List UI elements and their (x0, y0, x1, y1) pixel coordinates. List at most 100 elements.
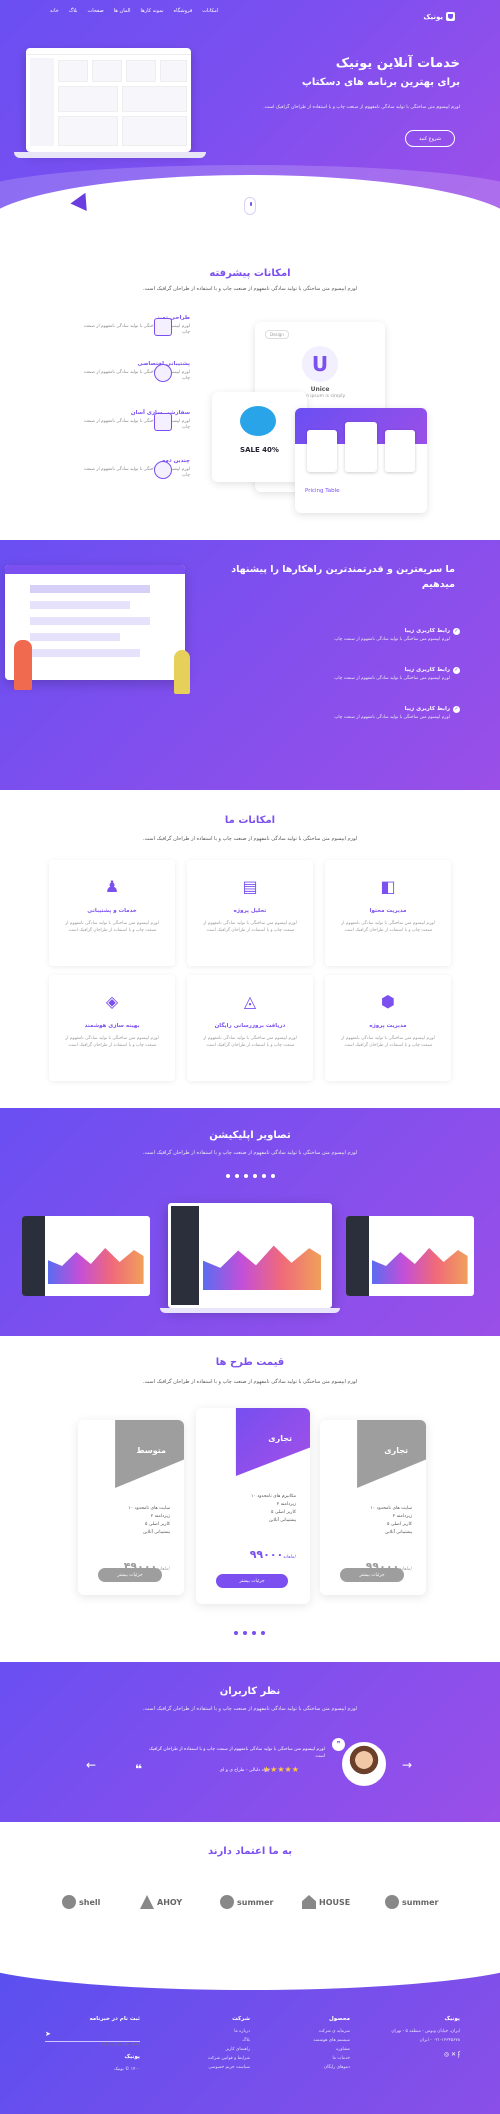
service-card[interactable]: ◬ دریافت بروزرسانی رایگان لورم ایپسوم مت… (187, 975, 313, 1081)
feature-title: پشتیبانی اختصاصی (137, 361, 190, 367)
unice-logo-icon: U (302, 346, 338, 382)
house-icon (302, 1895, 316, 1909)
nav-item-blog[interactable]: بلاگ (69, 8, 78, 14)
plan-details-button[interactable]: جزئیات بیشتر (98, 1568, 162, 1582)
app-screenshot[interactable] (346, 1216, 474, 1296)
plan-features: مکانیزم های نامحدود ۱۰ زیردامنه ۲ کاربر اص… (250, 1494, 296, 1523)
shell-icon (62, 1895, 76, 1909)
send-icon[interactable]: ➤ (45, 2030, 51, 2038)
footer-company-col: شرکت درباره ما بلاگ راهنمای کاربر شرایط … (175, 2016, 250, 2072)
app-screenshot[interactable] (22, 1216, 150, 1296)
plan-name: متوسط (136, 1446, 166, 1455)
next-arrow-icon[interactable]: → (402, 1758, 412, 1772)
service-title: بهینه سازی هوشمند (84, 1023, 140, 1029)
laptop-base (14, 152, 206, 158)
service-desc: لورم ایپسوم متن ساختگی با تولید سادگی نا… (341, 921, 435, 933)
social-icons[interactable]: ʄ ✕ ◎ (370, 2051, 460, 2058)
pricing-carousel-dots[interactable] (234, 1631, 265, 1635)
free-updates-icon: ◬ (243, 992, 257, 1011)
hero-section: یونیک خانه بلاگ صفحات المان ها نمونه کار… (0, 0, 500, 240)
design-badge: Design (265, 330, 289, 339)
pricing-table-label: Pricing Table (305, 488, 340, 494)
check-icon: ✓ (453, 667, 460, 674)
solutions-title: ما سریعترین و قدرتمندترین راهکارها را پی… (231, 564, 455, 590)
brand-logo-ahoy: AHOY (140, 1895, 182, 1909)
footer-link[interactable]: مشاوره (280, 2045, 350, 2054)
nav-item-elements[interactable]: المان ها (114, 8, 131, 14)
clients-title: به ما اعتماد دارند (208, 1846, 292, 1857)
footer-link[interactable]: شرایط و قوانین شرکت (175, 2054, 250, 2063)
service-card[interactable]: ◈ بهینه سازی هوشمند لورم ایپسوم متن ساخت… (49, 975, 175, 1081)
service-title: مدیریت محتوا (369, 908, 407, 914)
solution-desc: لورم ایپسوم متن ساختگی با تولید سادگی نا… (334, 637, 450, 642)
scroll-down-icon[interactable] (244, 197, 256, 215)
pricing-card: تجاری سایت های نامحدود ۱۰ زیردامنه ۲ کاربر… (320, 1420, 426, 1595)
footer-link[interactable]: راهنمای کاربر (175, 2045, 250, 2054)
screenshots-title: تصاویر اپلیکیشن (209, 1130, 291, 1141)
nav-item-pages[interactable]: صفحات (88, 8, 104, 14)
brand-logo[interactable]: یونیک (423, 12, 455, 21)
service-title: خدمات و پشتیبانی (87, 908, 137, 914)
app-screenshot-active[interactable] (168, 1203, 332, 1308)
footer-link[interactable]: درباره ما (175, 2027, 250, 2036)
footer-link[interactable]: سرمایه ی شرکت (280, 2027, 350, 2036)
nav-item-shop[interactable]: فروشگاه (174, 8, 193, 14)
service-card[interactable]: ⬢ مدیریت پروژه لورم ایپسوم متن ساختگی با… (325, 975, 451, 1081)
footer-wave (0, 1960, 500, 1990)
feature-item: پشتیبانی اختصاصی لورم ایپسوم متن ساختگی … (80, 361, 190, 382)
solution-item: ✓ رابط کاربری زیبا لورم ایپسوم متن ساختگ… (250, 706, 460, 720)
testimonial-subtitle: لورم ایپسوم متن ساختگی با تولید سادگی نا… (142, 1706, 358, 1712)
rating-stars: ★★★★★ (263, 1765, 299, 1774)
newsletter-email-input[interactable] (55, 2039, 140, 2050)
service-card[interactable]: ◧ مدیریت محتوا لورم ایپسوم متن ساختگی با… (325, 860, 451, 966)
screenshots-section: تصاویر اپلیکیشن لورم ایپسوم متن ساختگی ب… (0, 1108, 500, 1336)
plan-features: سایت های نامحدود ۱۰ زیردامنه ۲ کاربر اصلی … (128, 1506, 170, 1535)
footer-link[interactable]: خدمات ما (280, 2054, 350, 2063)
brand-logo-summer: summer (385, 1895, 439, 1909)
pricing-title: قیمت طرح ها (215, 1357, 285, 1368)
footer-link[interactable]: دموهای رایگان (280, 2063, 350, 2072)
pricing-card-mockup: Pricing Table (295, 408, 427, 513)
solution-title: رابط کاربری زیبا (404, 706, 450, 712)
nav-item-home[interactable]: خانه (50, 8, 59, 14)
carousel-dots[interactable] (226, 1174, 275, 1178)
brand-logo-shell: shell (62, 1895, 100, 1909)
screenshots-subtitle: لورم ایپسوم متن ساختگی با تولید سادگی نا… (142, 1150, 358, 1156)
services-title: امکانات ما (224, 815, 276, 826)
content-management-icon: ◧ (380, 877, 396, 896)
footer-brand: یونیک (444, 2016, 460, 2022)
solution-item: ✓ رابط کاربری زیبا لورم ایپسوم متن ساختگ… (250, 628, 460, 642)
features-subtitle: لورم ایپسوم متن ساختگی با تولید سادگی نا… (142, 286, 358, 292)
solution-title: رابط کاربری زیبا (404, 628, 450, 634)
laptop-base (160, 1308, 340, 1313)
plan-details-button[interactable]: جزئیات بیشتر (340, 1568, 404, 1582)
nav-item-features[interactable]: امکانات (202, 8, 218, 14)
plan-name: تجاری (384, 1446, 408, 1455)
footer-link[interactable]: سیستم های هوشمند (280, 2036, 350, 2045)
prev-arrow-icon[interactable]: ← (86, 1758, 96, 1772)
smart-optimization-icon: ◈ (105, 992, 119, 1011)
feature-title: طراحی تمیز (156, 315, 190, 321)
plan-details-button[interactable]: جزئیات بیشتر (216, 1574, 288, 1588)
service-title: تحلیل پروژه (233, 908, 267, 914)
top-nav: یونیک خانه بلاگ صفحات المان ها نمونه کار… (0, 8, 500, 22)
hero-title: خدمات آنلاین یونیک (335, 56, 460, 71)
chat-icon: ❞ (332, 1738, 345, 1751)
footer-about: یونیک ایران، خیابان ونوس - منطقه ۵ - تهر… (370, 2016, 460, 2058)
service-card[interactable]: ♟ خدمات و پشتیبانی لورم ایپسوم متن ساختگ… (49, 860, 175, 966)
footer-link[interactable]: بلاگ (175, 2036, 250, 2045)
solution-item: ✓ رابط کاربری زیبا لورم ایپسوم متن ساختگ… (250, 667, 460, 681)
start-button[interactable]: شروع کنید (405, 130, 455, 147)
feature-item: طراحی تمیز لورم ایپسوم متن ساختگی با تول… (80, 315, 190, 336)
design-icon (154, 318, 172, 336)
pricing-card-featured: تجاری مکانیزم های نامحدود ۱۰ زیردامنه ۲ کا… (196, 1408, 310, 1604)
ahoy-icon (140, 1895, 154, 1909)
feature-title: سفارشی سازی آسان (130, 410, 190, 416)
nav-item-portfolio[interactable]: نمونه کارها (141, 8, 164, 14)
logo-icon (446, 12, 455, 21)
check-icon: ✓ (453, 628, 460, 635)
footer-link[interactable]: سیاست حریم خصوصی (175, 2063, 250, 2072)
service-card[interactable]: ▤ تحلیل پروژه لورم ایپسوم متن ساختگی با … (187, 860, 313, 966)
avatar (342, 1742, 386, 1786)
customize-icon (154, 413, 172, 431)
